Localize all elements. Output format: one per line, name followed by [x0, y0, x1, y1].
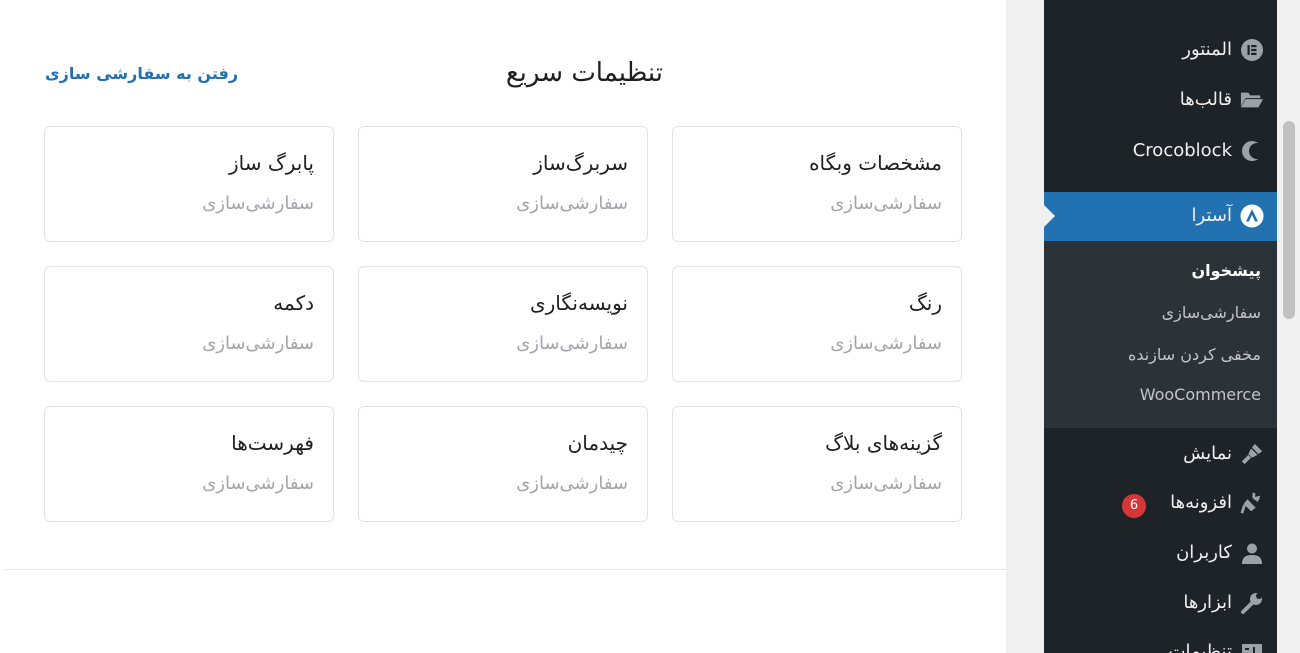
scrollbar-thumb[interactable]: [1283, 121, 1295, 319]
elementor-icon: [1240, 38, 1264, 62]
plugin-icon: [1240, 491, 1264, 515]
card-subtitle: سفارشی‌سازی: [202, 193, 314, 214]
card-subtitle: سفارشی‌سازی: [516, 193, 628, 214]
active-menu-arrow: [1043, 204, 1055, 228]
sidebar-item-label: ابزارها: [1183, 592, 1232, 613]
card-title: چیدمان: [567, 431, 628, 455]
card-typography[interactable]: نویسه‌نگاری سفارشی‌سازی: [358, 266, 648, 382]
card-colors[interactable]: رنگ سفارشی‌سازی: [672, 266, 962, 382]
main-content: تنظیمات سریع رفتن به سفارشی سازی مشخصات …: [0, 0, 1044, 653]
submenu-item-hide-builder[interactable]: مخفی کردن سازنده: [1128, 345, 1261, 364]
sidebar-item-label: کاربران: [1176, 542, 1232, 563]
go-to-customizer-link[interactable]: رفتن به سفارشی سازی: [45, 64, 238, 83]
quick-settings-title: تنظیمات سریع: [505, 58, 663, 88]
card-title: سربرگ‌ساز: [533, 151, 628, 175]
paintbrush-icon: [1240, 442, 1264, 466]
card-title: دکمه: [273, 291, 314, 315]
lower-panel: [0, 570, 1006, 653]
card-footer-builder[interactable]: پابرگ ساز سفارشی‌سازی: [44, 126, 334, 242]
wrench-icon: [1240, 591, 1264, 615]
sidebar-item-label: تنظیمات: [1168, 641, 1232, 653]
settings-icon: [1240, 640, 1264, 653]
card-subtitle: سفارشی‌سازی: [516, 333, 628, 354]
card-title: پابرگ ساز: [228, 151, 314, 175]
sidebar-item-elementor[interactable]: المنتور: [1044, 30, 1277, 70]
sidebar-item-label: قالب‌ها: [1179, 89, 1232, 110]
sidebar-item-users[interactable]: کاربران: [1044, 533, 1277, 573]
sidebar-item-label: المنتور: [1182, 39, 1232, 60]
card-site-identity[interactable]: مشخصات وبگاه سفارشی‌سازی: [672, 126, 962, 242]
submenu-item-dashboard[interactable]: پیشخوان: [1191, 261, 1261, 280]
card-title: فهرست‌ها: [231, 431, 314, 455]
submenu-item-woocommerce[interactable]: WooCommerce: [1140, 385, 1261, 404]
astra-submenu: پیشخوان سفارشی‌سازی مخفی کردن سازنده Woo…: [1044, 241, 1277, 428]
sidebar-item-label: نمایش: [1183, 443, 1232, 464]
sidebar-item-astra[interactable]: آسترا: [1043, 192, 1277, 241]
submenu-item-customize[interactable]: سفارشی‌سازی: [1162, 303, 1261, 322]
card-buttons[interactable]: دکمه سفارشی‌سازی: [44, 266, 334, 382]
sidebar-item-label: آسترا: [1191, 205, 1232, 226]
card-title: نویسه‌نگاری: [529, 291, 628, 315]
card-title: رنگ: [908, 291, 942, 315]
card-blog-options[interactable]: گزینه‌های بلاگ سفارشی‌سازی: [672, 406, 962, 522]
sidebar-item-templates[interactable]: قالب‌ها: [1044, 80, 1277, 120]
user-icon: [1240, 541, 1264, 565]
astra-icon: [1240, 204, 1264, 228]
sidebar-item-crocoblock[interactable]: Crocoblock: [1044, 131, 1277, 171]
folder-open-icon: [1240, 88, 1264, 112]
card-title: گزینه‌های بلاگ: [825, 431, 942, 455]
sidebar-item-label: افزونه‌ها: [1170, 492, 1232, 513]
card-menus[interactable]: فهرست‌ها سفارشی‌سازی: [44, 406, 334, 522]
card-subtitle: سفارشی‌سازی: [830, 333, 942, 354]
sidebar-item-appearance[interactable]: نمایش: [1044, 434, 1277, 474]
card-subtitle: سفارشی‌سازی: [516, 473, 628, 494]
sidebar-item-tools[interactable]: ابزارها: [1044, 583, 1277, 623]
card-subtitle: سفارشی‌سازی: [202, 473, 314, 494]
card-subtitle: سفارشی‌سازی: [830, 193, 942, 214]
sidebar-item-plugins[interactable]: افزونه‌ها 6: [1044, 483, 1277, 523]
admin-sidebar: المنتور قالب‌ها Crocoblock آسترا پیشخوان…: [1043, 0, 1277, 653]
card-title: مشخصات وبگاه: [809, 151, 942, 175]
crocoblock-icon: [1240, 139, 1264, 163]
plugin-update-badge: 6: [1122, 494, 1146, 518]
sidebar-item-settings[interactable]: تنظیمات: [1044, 632, 1277, 653]
sidebar-item-label: Crocoblock: [1132, 140, 1232, 161]
quick-settings-panel: تنظیمات سریع رفتن به سفارشی سازی مشخصات …: [0, 0, 1006, 570]
card-subtitle: سفارشی‌سازی: [202, 333, 314, 354]
card-layout[interactable]: چیدمان سفارشی‌سازی: [358, 406, 648, 522]
card-subtitle: سفارشی‌سازی: [830, 473, 942, 494]
card-header-builder[interactable]: سربرگ‌ساز سفارشی‌سازی: [358, 126, 648, 242]
scrollbar-track[interactable]: [1277, 0, 1300, 653]
